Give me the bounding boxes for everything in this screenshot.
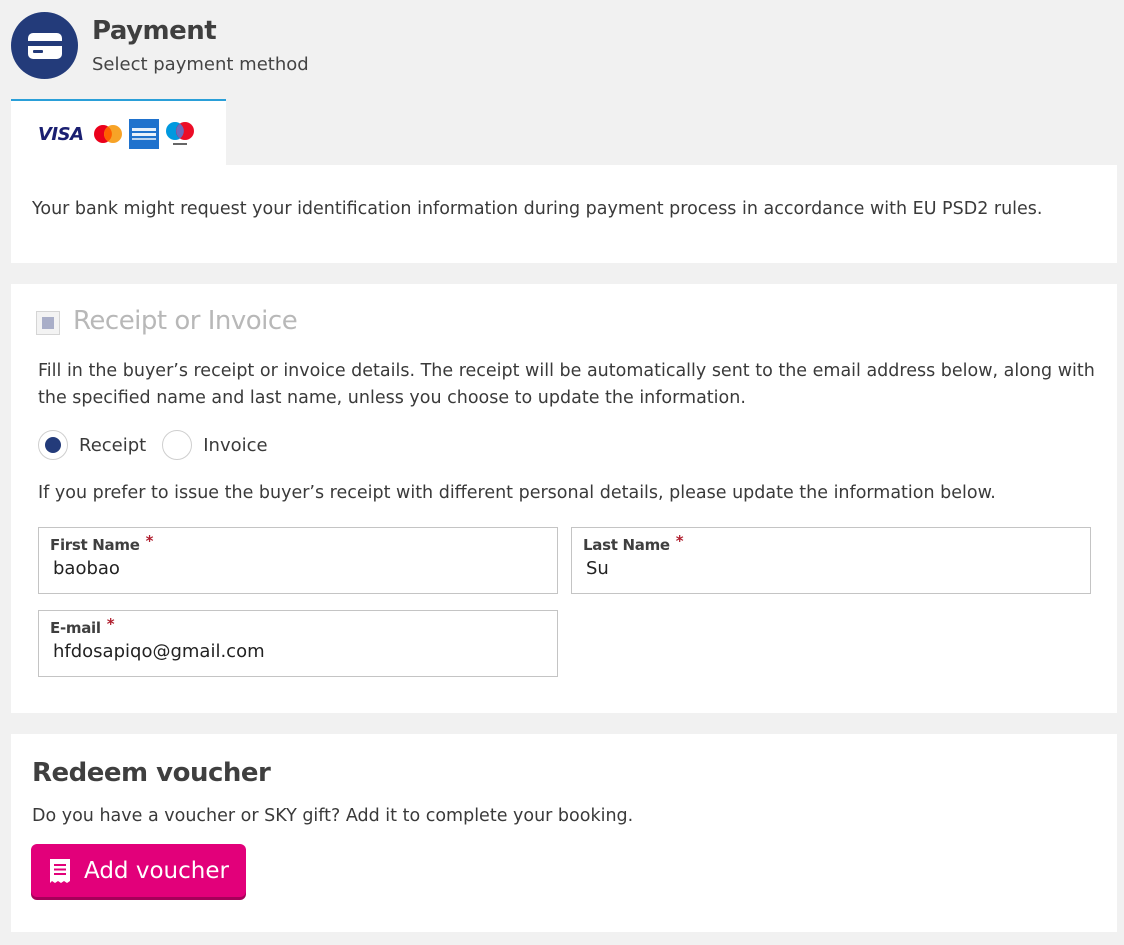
email-field[interactable]: E-mail *	[38, 610, 558, 677]
invoice-radio[interactable]	[162, 430, 193, 460]
invoice-radio-label[interactable]: Invoice	[203, 435, 267, 456]
required-asterisk: *	[106, 615, 115, 633]
update-details-note: If you prefer to issue the buyer’s recei…	[38, 483, 996, 503]
psd2-notice-text: Your bank might request your identificat…	[32, 199, 1043, 219]
maestro-logo	[165, 122, 194, 145]
email-label: E-mail	[50, 619, 101, 637]
voucher-title: Redeem voucher	[32, 758, 271, 788]
receipt-radio[interactable]	[38, 430, 68, 460]
first-name-label: First Name	[50, 536, 140, 554]
required-asterisk: *	[675, 532, 684, 550]
last-name-label: Last Name	[583, 536, 670, 554]
document-type-radio-group: Receipt Invoice	[38, 430, 268, 460]
receipt-invoice-title: Receipt or Invoice	[73, 306, 298, 336]
last-name-field[interactable]: Last Name *	[571, 527, 1091, 594]
mastercard-logo	[93, 125, 122, 143]
last-name-input[interactable]	[586, 558, 1066, 579]
add-voucher-label: Add voucher	[84, 857, 229, 884]
visa-logo: VISA	[38, 123, 84, 145]
first-name-input[interactable]	[53, 558, 533, 579]
american-express-logo	[128, 119, 159, 149]
receipt-invoice-checkbox[interactable]	[36, 311, 60, 335]
voucher-description: Do you have a voucher or SKY gift? Add i…	[32, 806, 634, 826]
receipt-invoice-card: Receipt or Invoice Fill in the buyer’s r…	[11, 284, 1117, 713]
receipt-description: Fill in the buyer’s receipt or invoice d…	[38, 361, 1095, 408]
required-asterisk: *	[145, 532, 154, 550]
page-subtitle: Select payment method	[92, 54, 309, 75]
page-title: Payment	[92, 16, 217, 46]
credit-card-icon	[11, 12, 78, 79]
receipt-radio-label[interactable]: Receipt	[79, 435, 146, 456]
email-input[interactable]	[53, 641, 533, 662]
voucher-card: Redeem voucher Do you have a voucher or …	[11, 734, 1117, 932]
psd2-notice-card: Your bank might request your identificat…	[11, 165, 1117, 263]
voucher-receipt-icon	[50, 858, 70, 883]
add-voucher-button[interactable]: Add voucher	[31, 844, 246, 897]
card-payment-tab[interactable]: VISA	[11, 99, 226, 167]
first-name-field[interactable]: First Name *	[38, 527, 558, 594]
